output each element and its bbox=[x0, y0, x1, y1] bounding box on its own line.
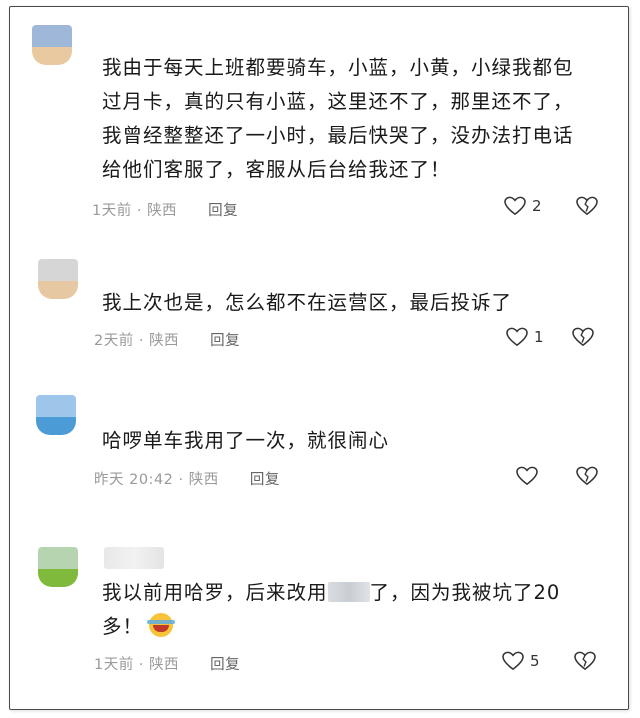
dislike-button[interactable] bbox=[576, 466, 598, 486]
comment-time: 昨天 20:42 bbox=[94, 472, 174, 488]
reply-button[interactable]: 回复 bbox=[210, 657, 240, 673]
heart-icon bbox=[502, 651, 524, 671]
comment-list-frame: 我由于每天上班都要骑车，小蓝，小黄，小绿我都包 过月卡，真的只有小蓝，这里还不了… bbox=[9, 6, 629, 710]
comment-text: 我上次也是，怎么都不在运营区，最后投诉了 bbox=[102, 291, 513, 314]
like-count: 2 bbox=[532, 197, 542, 215]
comment-text: 我以前用哈罗，后来改用 了，因为我被坑了20 多！ bbox=[102, 581, 561, 638]
avatar[interactable] bbox=[32, 25, 72, 65]
like-button[interactable]: 1 bbox=[506, 327, 544, 347]
comment-text: 我由于每天上班都要骑车，小蓝，小黄，小绿我都包 过月卡，真的只有小蓝，这里还不了… bbox=[102, 56, 574, 181]
comment-text: 哈啰单车我用了一次，就很闹心 bbox=[102, 429, 390, 452]
comment-location: 陕西 bbox=[149, 657, 180, 673]
comment-location: 陕西 bbox=[147, 203, 178, 219]
comment-time: 1天前 bbox=[92, 203, 132, 219]
crying-laugh-emoji-icon bbox=[147, 613, 176, 637]
heart-icon bbox=[516, 466, 538, 486]
dislike-button[interactable] bbox=[572, 327, 594, 347]
comment-time: 2天前 bbox=[94, 333, 134, 349]
comment-meta: 昨天 20:42 · 陕西 回复 bbox=[94, 472, 280, 488]
comment-meta: 2天前 · 陕西 回复 bbox=[94, 333, 241, 349]
like-count: 1 bbox=[534, 328, 544, 346]
avatar[interactable] bbox=[36, 395, 76, 435]
like-button[interactable] bbox=[516, 466, 538, 486]
broken-heart-icon bbox=[572, 327, 594, 347]
heart-icon bbox=[506, 327, 528, 347]
comment-location: 陕西 bbox=[188, 472, 219, 488]
redacted-brand bbox=[327, 582, 370, 602]
reply-button[interactable]: 回复 bbox=[210, 333, 240, 349]
comment-meta: 1天前 · 陕西 回复 bbox=[94, 657, 241, 673]
broken-heart-icon bbox=[576, 196, 598, 216]
avatar[interactable] bbox=[38, 547, 78, 587]
like-button[interactable]: 5 bbox=[502, 651, 540, 671]
like-count: 5 bbox=[530, 652, 540, 670]
comment-location: 陕西 bbox=[149, 333, 180, 349]
broken-heart-icon bbox=[576, 466, 598, 486]
avatar[interactable] bbox=[38, 259, 78, 299]
comment-time: 1天前 bbox=[94, 657, 134, 673]
dislike-button[interactable] bbox=[574, 651, 596, 671]
reply-button[interactable]: 回复 bbox=[250, 472, 280, 488]
username-redacted bbox=[104, 547, 164, 569]
like-button[interactable]: 2 bbox=[504, 196, 542, 216]
heart-icon bbox=[504, 196, 526, 216]
comment-meta: 1天前 · 陕西 回复 bbox=[92, 203, 239, 219]
reply-button[interactable]: 回复 bbox=[208, 203, 238, 219]
broken-heart-icon bbox=[574, 651, 596, 671]
dislike-button[interactable] bbox=[576, 196, 598, 216]
